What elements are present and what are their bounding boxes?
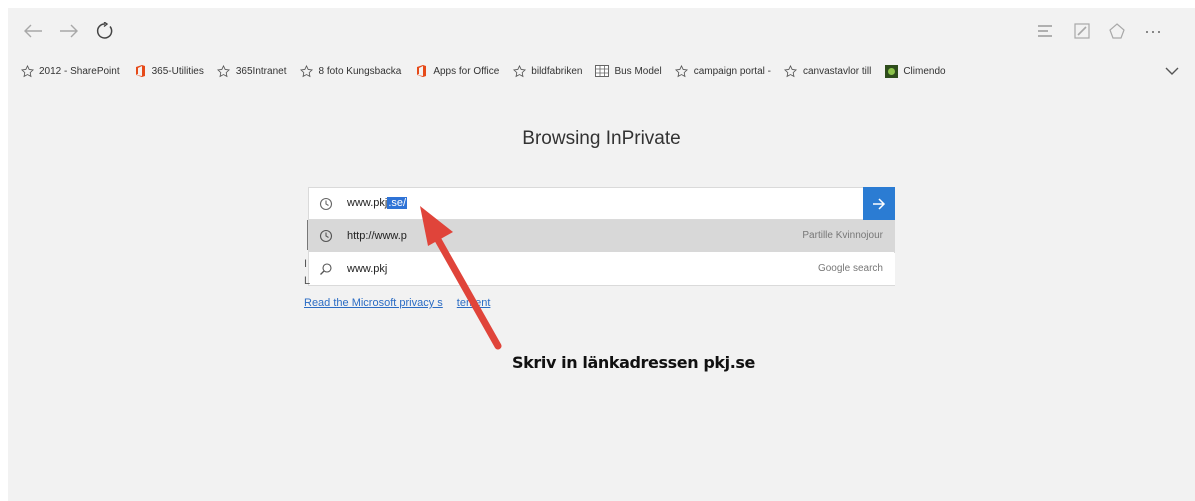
annotation-text: Skriv in länkadressen pkj.se (512, 353, 755, 372)
forward-arrow-icon[interactable] (54, 16, 84, 46)
chevron-down-icon[interactable] (1163, 62, 1181, 80)
favorite-label: 8 foto Kungsbacka (318, 65, 402, 77)
favorite-label: Bus Model (614, 65, 662, 77)
share-icon[interactable] (1102, 16, 1132, 46)
suggestion-list: http://www.p e/ Partille Kvinnojour www.p… (308, 220, 895, 286)
obscured-text: I (304, 258, 308, 270)
history-icon (319, 197, 333, 216)
obscured-text: L (304, 275, 311, 287)
history-icon (319, 229, 333, 246)
favorite-item[interactable]: Climendo (884, 56, 946, 86)
grid-icon (595, 64, 610, 78)
browser-toolbar: ··· (8, 8, 1195, 56)
suggestion-source: Partille Kvinnojour (802, 230, 883, 241)
suggestion-source: Google search (817, 263, 883, 274)
climendo-icon (884, 64, 898, 78)
favorite-item[interactable]: campaign portal - (675, 56, 771, 86)
favorite-item[interactable]: 2012 - SharePoint (20, 56, 120, 86)
arrow-right-icon (873, 197, 886, 210)
page-title: Browsing InPrivate (522, 128, 681, 149)
suggestion-item[interactable]: http://www.p e/ Partille Kvinnojour (309, 220, 895, 252)
star-icon (784, 64, 798, 78)
go-button[interactable] (863, 187, 895, 220)
favorite-item[interactable]: Apps for Office (414, 56, 499, 86)
favorite-item[interactable]: bildfabriken (512, 56, 582, 86)
favorite-item[interactable]: 365Intranet (217, 56, 287, 86)
favorites-list: 2012 - SharePoint 365-Utilities 365Intrane… (20, 56, 959, 86)
privacy-statement-link[interactable]: Read the Microsoft privacy s tement (304, 297, 490, 309)
office-icon (414, 64, 428, 78)
back-arrow-icon[interactable] (18, 16, 48, 46)
favorite-label: 365-Utilities (151, 65, 204, 77)
search-input-text: www.pkj (347, 197, 388, 209)
favorite-label: 365Intranet (235, 65, 287, 77)
suggestion-text: www.pkj (347, 263, 388, 275)
address-search-box[interactable]: www.pkj.se/ (308, 187, 895, 220)
star-icon (20, 64, 34, 78)
web-note-icon[interactable] (1067, 16, 1097, 46)
favorite-item[interactable]: 365-Utilities (133, 56, 204, 86)
star-icon (217, 64, 231, 78)
favorites-bar: 2012 - SharePoint 365-Utilities 365Intrane… (8, 56, 1195, 86)
favorite-label: canvastavlor till (802, 65, 872, 77)
favorite-label: Apps for Office (433, 65, 500, 77)
more-icon[interactable]: ··· (1138, 16, 1168, 46)
star-icon (675, 64, 689, 78)
refresh-icon[interactable] (90, 16, 120, 46)
search-input-selection: .se/ (387, 197, 408, 209)
favorite-label: campaign portal - (693, 65, 771, 77)
search-input[interactable]: www.pkj.se/ (347, 197, 408, 209)
favorite-label: Climendo (903, 65, 946, 77)
favorite-item[interactable]: Bus Model (595, 56, 662, 86)
suggestion-item[interactable]: www.pkj Google search (309, 253, 895, 285)
suggestion-text: http://www.p e/ (347, 230, 437, 242)
favorite-item[interactable]: 8 foto Kungsbacka (299, 56, 401, 86)
hub-icon[interactable] (1031, 16, 1061, 46)
office-icon (133, 64, 147, 78)
star-icon (512, 64, 526, 78)
favorite-label: bildfabriken (531, 65, 583, 77)
favorite-item[interactable]: canvastavlor till (784, 56, 871, 86)
star-icon (299, 64, 313, 78)
favorite-label: 2012 - SharePoint (39, 65, 120, 77)
search-icon (319, 262, 333, 279)
